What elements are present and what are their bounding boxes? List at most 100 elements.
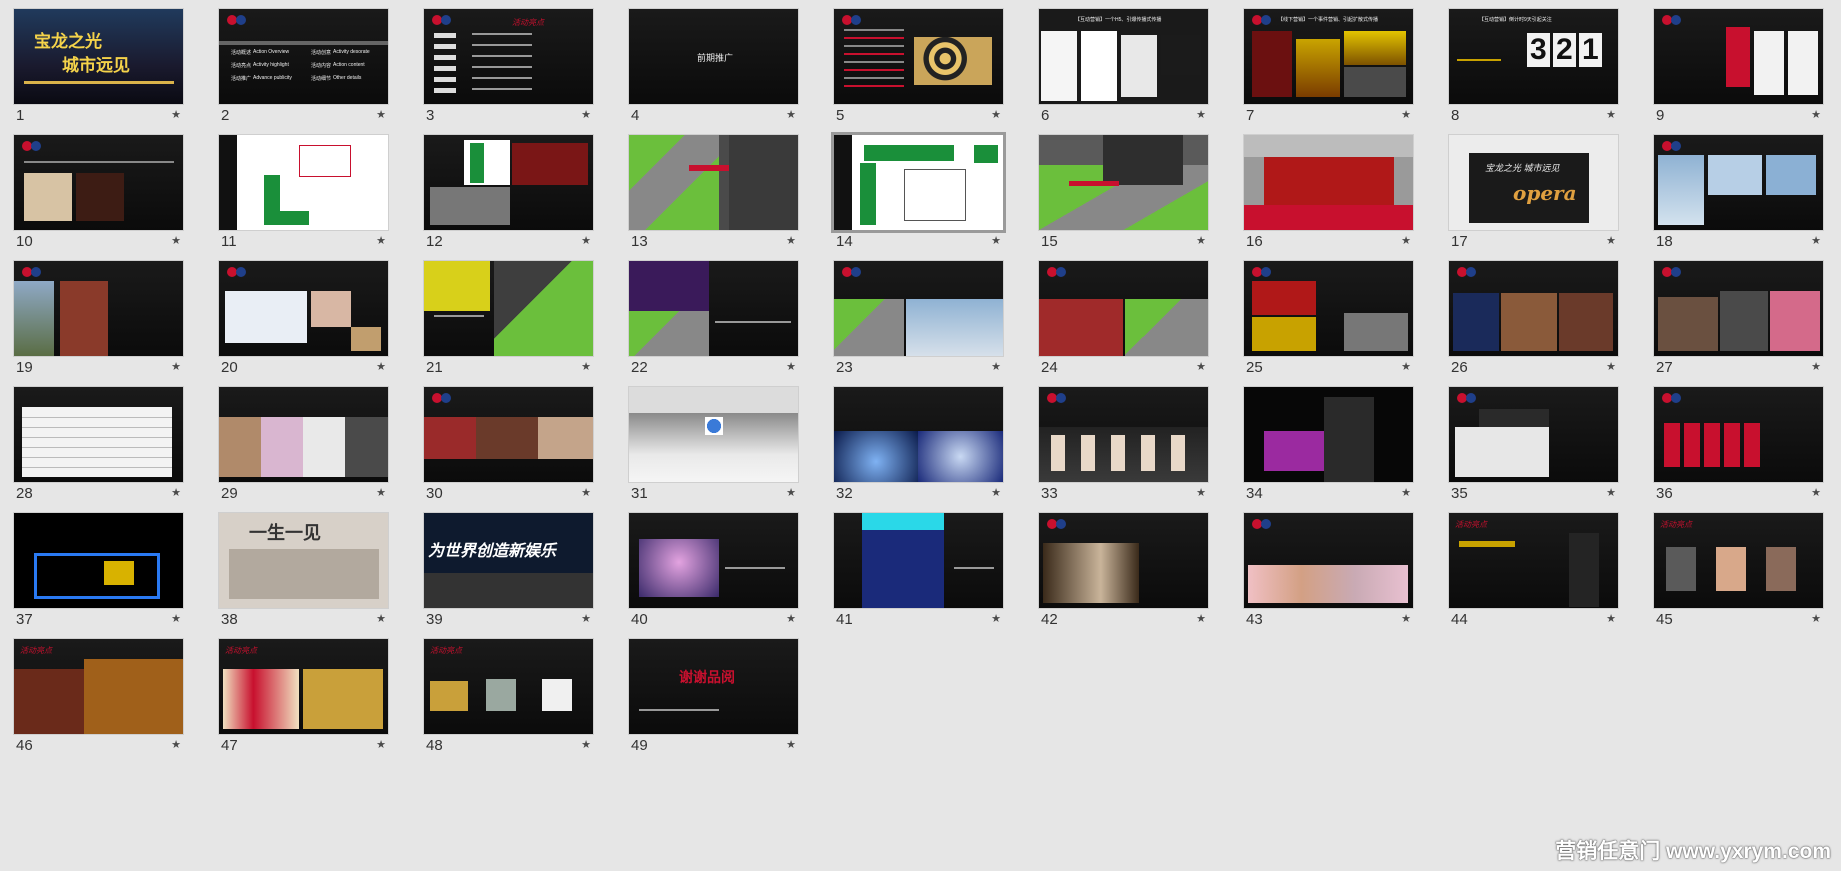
slide-preview[interactable]: 【互动营销】倒计时9天引起关注 3 2 1: [1449, 9, 1618, 104]
star-icon[interactable]: ★: [1196, 108, 1206, 121]
star-icon[interactable]: ★: [581, 108, 591, 121]
star-icon[interactable]: ★: [376, 486, 386, 499]
slide-thumbnail-16[interactable]: 16 ★: [1244, 135, 1413, 250]
slide-thumbnail-3[interactable]: 活动亮点 3 ★: [424, 9, 593, 124]
slide-preview[interactable]: [1654, 261, 1823, 356]
slide-preview[interactable]: [219, 387, 388, 482]
slide-thumbnail-32[interactable]: 32 ★: [834, 387, 1003, 502]
star-icon[interactable]: ★: [171, 108, 181, 121]
star-icon[interactable]: ★: [1606, 234, 1616, 247]
slide-preview[interactable]: 活动亮点: [1654, 513, 1823, 608]
slide-preview[interactable]: [629, 135, 798, 230]
slide-preview[interactable]: [1244, 387, 1413, 482]
slide-preview[interactable]: [424, 261, 593, 356]
slide-preview[interactable]: [834, 135, 1003, 230]
slide-thumbnail-8[interactable]: 【互动营销】倒计时9天引起关注 3 2 1 8 ★: [1449, 9, 1618, 124]
slide-thumbnail-31[interactable]: 31 ★: [629, 387, 798, 502]
slide-thumbnail-9[interactable]: 9 ★: [1654, 9, 1823, 124]
star-icon[interactable]: ★: [1606, 486, 1616, 499]
slide-thumbnail-30[interactable]: 30 ★: [424, 387, 593, 502]
slide-thumbnail-38[interactable]: 一生一见 38 ★: [219, 513, 388, 628]
slide-preview[interactable]: [424, 135, 593, 230]
star-icon[interactable]: ★: [991, 612, 1001, 625]
slide-preview[interactable]: [219, 261, 388, 356]
star-icon[interactable]: ★: [1401, 234, 1411, 247]
star-icon[interactable]: ★: [581, 360, 591, 373]
slide-thumbnail-49[interactable]: 谢谢品阅 49 ★: [629, 639, 798, 754]
slide-thumbnail-22[interactable]: 22 ★: [629, 261, 798, 376]
slide-thumbnail-27[interactable]: 27 ★: [1654, 261, 1823, 376]
slide-preview[interactable]: [14, 387, 183, 482]
slide-thumbnail-14[interactable]: 14 ★: [834, 135, 1003, 250]
slide-thumbnail-10[interactable]: 10 ★: [14, 135, 183, 250]
slide-thumbnail-24[interactable]: 24 ★: [1039, 261, 1208, 376]
slide-preview[interactable]: 活动亮点: [424, 639, 593, 734]
star-icon[interactable]: ★: [991, 108, 1001, 121]
slide-thumbnail-23[interactable]: 23 ★: [834, 261, 1003, 376]
star-icon[interactable]: ★: [1606, 360, 1616, 373]
slide-preview[interactable]: 前期推广: [629, 9, 798, 104]
slide-thumbnail-28[interactable]: 28 ★: [14, 387, 183, 502]
slide-preview[interactable]: [834, 387, 1003, 482]
star-icon[interactable]: ★: [581, 486, 591, 499]
slide-preview[interactable]: [834, 261, 1003, 356]
slide-thumbnail-4[interactable]: 前期推广 4 ★: [629, 9, 798, 124]
star-icon[interactable]: ★: [581, 234, 591, 247]
slide-thumbnail-21[interactable]: 21 ★: [424, 261, 593, 376]
slide-thumbnail-46[interactable]: 活动亮点 46 ★: [14, 639, 183, 754]
star-icon[interactable]: ★: [376, 360, 386, 373]
star-icon[interactable]: ★: [376, 738, 386, 751]
slide-thumbnail-15[interactable]: 15 ★: [1039, 135, 1208, 250]
star-icon[interactable]: ★: [581, 612, 591, 625]
slide-thumbnail-20[interactable]: 20 ★: [219, 261, 388, 376]
slide-thumbnail-41[interactable]: 41 ★: [834, 513, 1003, 628]
slide-thumbnail-19[interactable]: 19 ★: [14, 261, 183, 376]
slide-preview[interactable]: [1449, 387, 1618, 482]
slide-thumbnail-33[interactable]: 33 ★: [1039, 387, 1208, 502]
star-icon[interactable]: ★: [171, 738, 181, 751]
slide-preview[interactable]: [14, 261, 183, 356]
slide-thumbnail-1[interactable]: 宝龙之光 城市远见 1 ★: [14, 9, 183, 124]
star-icon[interactable]: ★: [1811, 234, 1821, 247]
slide-preview[interactable]: 为世界创造新娱乐: [424, 513, 593, 608]
star-icon[interactable]: ★: [581, 738, 591, 751]
slide-thumbnail-17[interactable]: 宝龙之光 城市远见 opera 17 ★: [1449, 135, 1618, 250]
slide-preview[interactable]: 宝龙之光 城市远见: [14, 9, 183, 104]
star-icon[interactable]: ★: [1401, 360, 1411, 373]
star-icon[interactable]: ★: [1196, 486, 1206, 499]
star-icon[interactable]: ★: [1196, 234, 1206, 247]
slide-thumbnail-43[interactable]: 43 ★: [1244, 513, 1413, 628]
slide-preview[interactable]: [1039, 261, 1208, 356]
slide-preview[interactable]: [1449, 261, 1618, 356]
star-icon[interactable]: ★: [786, 738, 796, 751]
slide-preview[interactable]: [219, 135, 388, 230]
star-icon[interactable]: ★: [786, 486, 796, 499]
slide-preview[interactable]: [1244, 513, 1413, 608]
slide-preview[interactable]: [14, 135, 183, 230]
star-icon[interactable]: ★: [1401, 108, 1411, 121]
slide-preview[interactable]: [1654, 135, 1823, 230]
slide-thumbnail-37[interactable]: 37 ★: [14, 513, 183, 628]
slide-preview[interactable]: [14, 513, 183, 608]
slide-thumbnail-45[interactable]: 活动亮点 45 ★: [1654, 513, 1823, 628]
star-icon[interactable]: ★: [786, 360, 796, 373]
star-icon[interactable]: ★: [786, 612, 796, 625]
slide-thumbnail-11[interactable]: 11 ★: [219, 135, 388, 250]
slide-thumbnail-18[interactable]: 18 ★: [1654, 135, 1823, 250]
slide-preview[interactable]: [629, 261, 798, 356]
slide-preview[interactable]: [1039, 135, 1208, 230]
slide-thumbnail-25[interactable]: 25 ★: [1244, 261, 1413, 376]
slide-preview[interactable]: 活动亮点: [1449, 513, 1618, 608]
slide-preview[interactable]: 【互动营销】一个H5、引爆传播式传播: [1039, 9, 1208, 104]
star-icon[interactable]: ★: [786, 108, 796, 121]
star-icon[interactable]: ★: [1811, 108, 1821, 121]
star-icon[interactable]: ★: [376, 612, 386, 625]
star-icon[interactable]: ★: [171, 486, 181, 499]
slide-thumbnail-47[interactable]: 活动亮点 47 ★: [219, 639, 388, 754]
slide-preview[interactable]: 活动亮点: [14, 639, 183, 734]
star-icon[interactable]: ★: [1401, 612, 1411, 625]
slide-thumbnail-12[interactable]: 12 ★: [424, 135, 593, 250]
slide-thumbnail-35[interactable]: 35 ★: [1449, 387, 1618, 502]
slide-preview[interactable]: [629, 387, 798, 482]
slide-preview[interactable]: [1244, 135, 1413, 230]
